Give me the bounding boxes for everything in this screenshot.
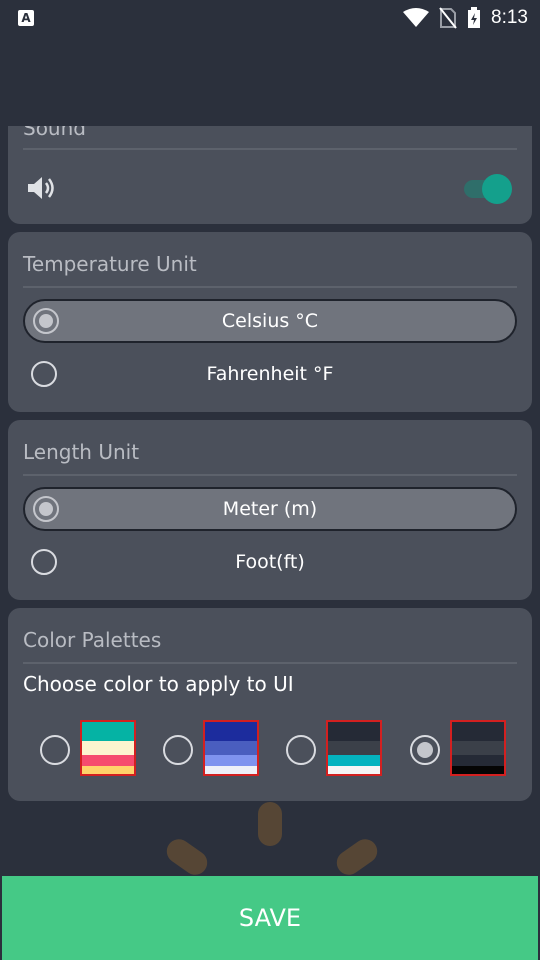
- palette-color-band: [452, 741, 504, 755]
- palette-color-band: [205, 754, 257, 767]
- status-bar: A 8:13: [0, 0, 540, 36]
- option-fahrenheit-label: Fahrenheit °F: [206, 363, 334, 385]
- palette-option[interactable]: [410, 720, 510, 778]
- palette-color-band: [328, 722, 380, 742]
- palette-color-band: [328, 754, 380, 767]
- palette-divider: [23, 662, 517, 664]
- option-celsius-label: Celsius °C: [221, 310, 319, 332]
- battery-charging-icon: [468, 7, 481, 28]
- palette-option[interactable]: [40, 720, 140, 778]
- option-foot[interactable]: Foot(ft): [23, 540, 517, 584]
- palette-color-band: [452, 754, 504, 767]
- length-divider: [23, 474, 517, 476]
- option-fahrenheit[interactable]: Fahrenheit °F: [23, 352, 517, 396]
- radio-meter[interactable]: [33, 496, 59, 522]
- speaker-icon: [28, 177, 54, 199]
- palette-option[interactable]: [286, 720, 386, 778]
- radio-celsius[interactable]: [33, 308, 59, 334]
- palette-radio[interactable]: [410, 735, 440, 765]
- palette-title: Color Palettes: [23, 628, 162, 652]
- app-notification-icon: A: [18, 10, 34, 26]
- spinner-decoration: [258, 802, 282, 846]
- palette-color-band: [82, 741, 134, 755]
- length-card: Length Unit Meter (m) Foot(ft): [8, 420, 532, 600]
- option-celsius[interactable]: Celsius °C: [23, 299, 517, 343]
- palette-color-band: [452, 722, 504, 742]
- length-title: Length Unit: [23, 440, 140, 464]
- temperature-card: Temperature Unit Celsius °C Fahrenheit °…: [8, 232, 532, 412]
- palette-option[interactable]: [163, 720, 263, 778]
- palette-color-band: [205, 741, 257, 755]
- palette-color-band: [82, 766, 134, 774]
- spinner-decoration: [332, 834, 382, 880]
- temperature-divider: [23, 286, 517, 288]
- palette-swatch[interactable]: [80, 720, 136, 776]
- sound-card: Sound: [8, 126, 532, 224]
- no-sim-icon: [439, 7, 457, 29]
- palette-color-band: [452, 766, 504, 774]
- palette-color-band: [328, 741, 380, 755]
- option-foot-label: Foot(ft): [235, 551, 305, 573]
- spinner-decoration: [162, 834, 212, 880]
- temperature-title: Temperature Unit: [23, 252, 197, 276]
- palette-swatch[interactable]: [450, 720, 506, 776]
- radio-fahrenheit[interactable]: [31, 361, 57, 387]
- save-button[interactable]: SAVE: [2, 876, 538, 960]
- clock: 8:13: [491, 7, 528, 28]
- palette-radio[interactable]: [286, 735, 316, 765]
- palette-color-band: [205, 766, 257, 774]
- sound-divider: [23, 148, 517, 150]
- palette-subtitle: Choose color to apply to UI: [23, 672, 294, 696]
- palette-color-band: [205, 722, 257, 742]
- sound-toggle-thumb: [482, 174, 512, 204]
- sound-toggle[interactable]: [464, 174, 512, 204]
- sound-title: Sound: [23, 126, 86, 140]
- palette-radio[interactable]: [163, 735, 193, 765]
- palette-swatch[interactable]: [203, 720, 259, 776]
- wifi-icon: [403, 8, 430, 27]
- option-meter-label: Meter (m): [222, 498, 318, 520]
- palette-color-band: [82, 722, 134, 742]
- palette-color-band: [82, 754, 134, 767]
- radio-foot[interactable]: [31, 549, 57, 575]
- palette-color-band: [328, 766, 380, 774]
- palette-swatch[interactable]: [326, 720, 382, 776]
- option-meter[interactable]: Meter (m): [23, 487, 517, 531]
- palette-radio[interactable]: [40, 735, 70, 765]
